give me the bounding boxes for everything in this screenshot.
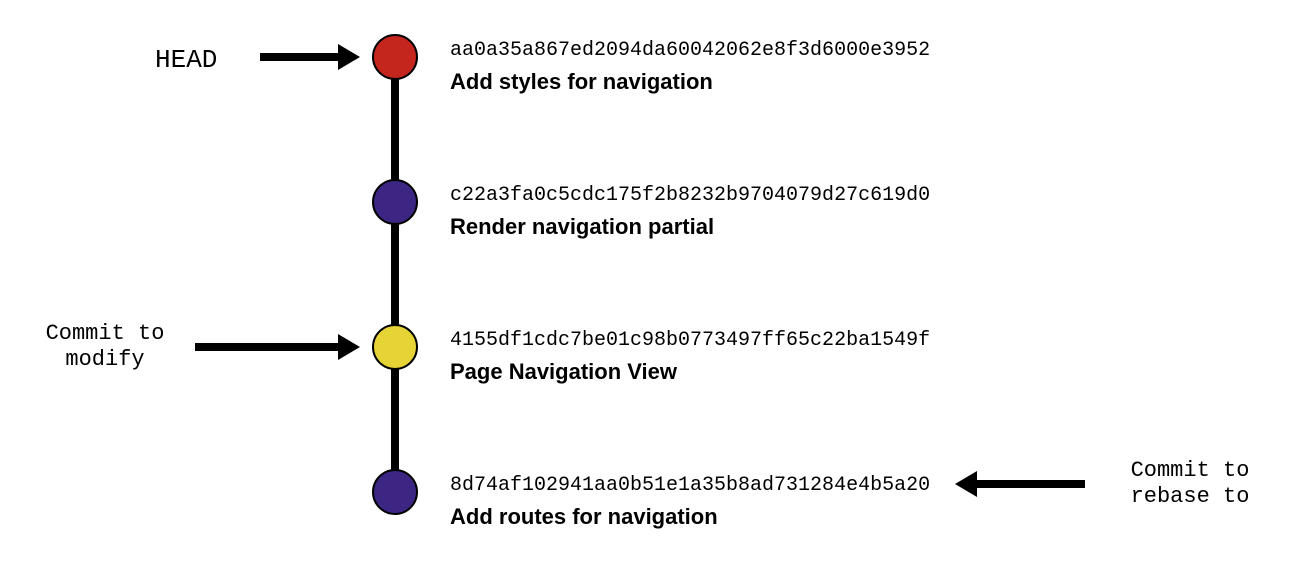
head-label: HEAD	[155, 45, 217, 76]
commit-hash-1: c22a3fa0c5cdc175f2b8232b9704079d27c619d0	[450, 184, 930, 207]
commit-to-modify-label: Commit to modify	[30, 321, 180, 374]
commit-node-0	[372, 34, 418, 80]
commit-connector-line	[391, 57, 399, 492]
arrow-commit-to-rebase	[955, 471, 1085, 497]
git-commit-diagram: aa0a35a867ed2094da60042062e8f3d6000e3952…	[0, 0, 1293, 568]
commit-message-1: Render navigation partial	[450, 214, 714, 240]
commit-message-3: Add routes for navigation	[450, 504, 718, 530]
arrow-commit-to-modify	[195, 334, 360, 360]
commit-hash-2: 4155df1cdc7be01c98b0773497ff65c22ba1549f	[450, 329, 930, 352]
arrow-head	[260, 44, 360, 70]
commit-node-2	[372, 324, 418, 370]
commit-hash-3: 8d74af102941aa0b51e1a35b8ad731284e4b5a20	[450, 474, 930, 497]
commit-node-1	[372, 179, 418, 225]
commit-node-3	[372, 469, 418, 515]
commit-to-rebase-label: Commit to rebase to	[1110, 458, 1270, 511]
commit-hash-0: aa0a35a867ed2094da60042062e8f3d6000e3952	[450, 39, 930, 62]
commit-message-2: Page Navigation View	[450, 359, 677, 385]
commit-message-0: Add styles for navigation	[450, 69, 713, 95]
